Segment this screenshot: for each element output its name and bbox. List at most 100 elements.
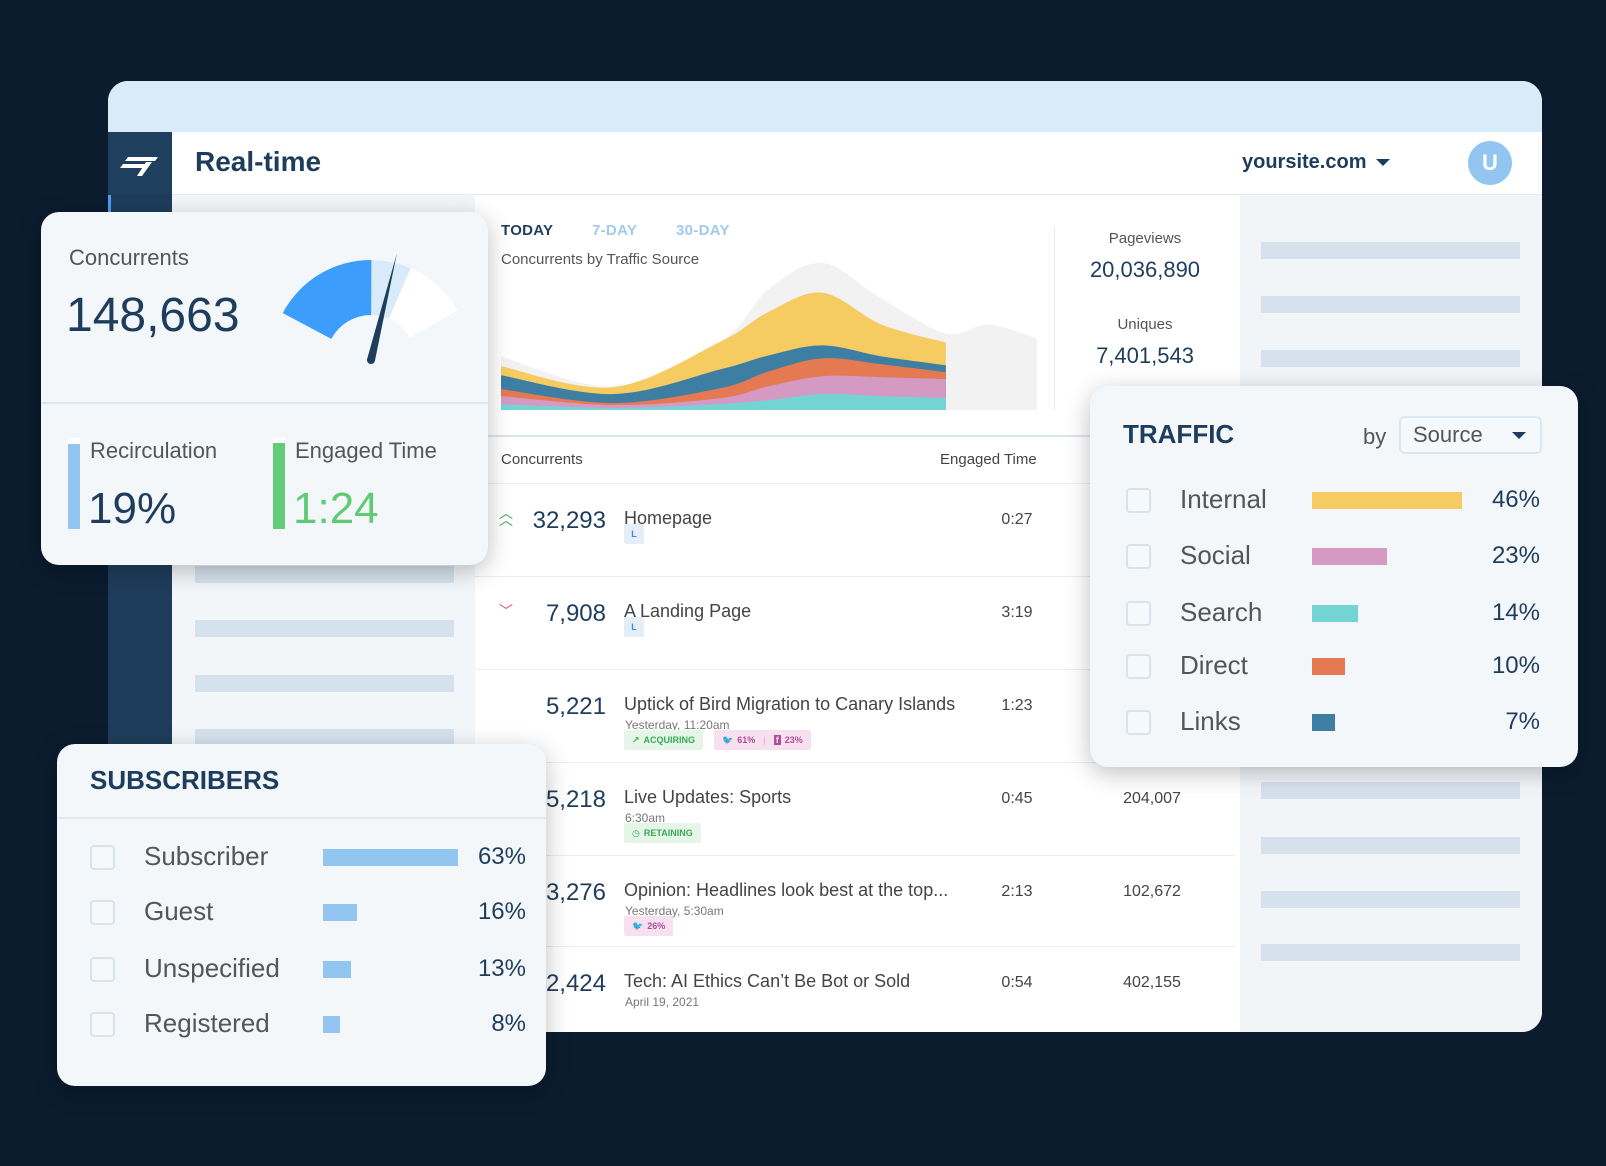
recirculation-label: Recirculation <box>90 438 218 463</box>
caret-down-icon <box>1376 159 1391 166</box>
tab-7-day[interactable]: 7-DAY <box>592 222 637 239</box>
traffic-bar <box>1312 548 1387 565</box>
subscriber-bar <box>323 961 351 978</box>
article-title[interactable]: Tech: AI Ethics Can’t Be Bot or Sold <box>624 971 910 992</box>
engaged-time-level-bar <box>273 438 285 529</box>
concurrents-value: 148,663 <box>66 289 240 342</box>
traffic-checkbox[interactable] <box>1126 544 1151 569</box>
placeholder-bar <box>195 566 454 583</box>
subscriber-checkbox[interactable] <box>90 900 115 925</box>
engaged-time: 0:27 <box>1001 511 1033 528</box>
placeholder-bar <box>195 675 454 692</box>
subscriber-bar <box>323 904 358 921</box>
status-icon: ↗ <box>632 734 640 745</box>
concurrents-count: 32,293 <box>532 507 606 534</box>
window-top-bar <box>108 81 1542 132</box>
article-title[interactable]: Live Updates: Sports <box>624 787 791 808</box>
pageviews-count: 402,155 <box>1123 974 1181 991</box>
table-row[interactable]: 2,424 Tech: AI Ethics Can’t Be Bot or Sol… <box>475 946 1235 1039</box>
article-title[interactable]: Uptick of Bird Migration to Canary Islan… <box>624 694 955 715</box>
status-tag: ↗ ACQUIRING <box>624 730 704 750</box>
site-name: yoursite.com <box>1242 151 1367 173</box>
tag-text: 61% <box>737 735 756 745</box>
divider <box>475 435 1095 437</box>
engaged-time: 0:54 <box>1001 974 1033 991</box>
subscriber-percent: 8% <box>491 1010 526 1037</box>
traffic-percent: 23% <box>1491 542 1540 569</box>
landing-page-tag: L <box>624 617 644 637</box>
site-selector[interactable]: yoursite.com <box>1242 151 1391 174</box>
social-share-tag: 🐦 61% | f 23% <box>714 730 811 750</box>
table-row[interactable]: 5,218 Live Updates: Sports 6:30am 0:45 204,0… <box>475 762 1235 855</box>
traffic-checkbox[interactable] <box>1126 601 1151 626</box>
avatar[interactable]: U <box>1468 141 1512 185</box>
placeholder-bar <box>1261 296 1520 313</box>
traffic-percent: 10% <box>1491 652 1540 679</box>
by-label: by <box>1363 424 1387 449</box>
app-header: Real-time yoursite.com U <box>108 132 1542 195</box>
placeholder-bar <box>1261 350 1520 367</box>
subscriber-label: Registered <box>144 1008 270 1038</box>
pageviews-count: 204,007 <box>1123 790 1181 807</box>
tag-text: 26% <box>647 921 666 931</box>
table-row[interactable]: 3,276 Opinion: Headlines look best at the… <box>475 855 1235 948</box>
traffic-card: TRAFFIC by Source Internal 46% Social 23… <box>1090 386 1578 767</box>
traffic-percent: 14% <box>1491 599 1540 626</box>
divider <box>57 817 546 819</box>
subscriber-checkbox[interactable] <box>90 1012 115 1037</box>
engaged-time: 3:19 <box>1001 604 1033 621</box>
engaged-time: 0:45 <box>1001 790 1033 807</box>
traffic-percent: 46% <box>1491 486 1540 513</box>
traffic-bar <box>1312 605 1358 622</box>
concurrents-count: 5,221 <box>545 693 606 720</box>
subscriber-checkbox[interactable] <box>90 845 115 870</box>
traffic-checkbox[interactable] <box>1126 488 1151 513</box>
traffic-bar <box>1312 658 1345 675</box>
subscriber-bar <box>323 1016 341 1033</box>
subscriber-label: Unspecified <box>144 953 280 983</box>
group-by-select[interactable]: Source <box>1399 416 1542 454</box>
traffic-bar <box>1312 714 1335 731</box>
tab-today[interactable]: TODAY <box>501 222 553 239</box>
traffic-checkbox[interactable] <box>1126 710 1151 735</box>
subscribers-card: SUBSCRIBERS Subscriber 63% Guest 16% Uns… <box>57 744 546 1086</box>
traffic-title: TRAFFIC <box>1123 419 1235 449</box>
tab-30-day[interactable]: 30-DAY <box>676 222 730 239</box>
traffic-label: Social <box>1180 540 1251 570</box>
subscriber-percent: 16% <box>477 898 526 925</box>
social-share-tag: 🐦 26% <box>624 916 674 936</box>
article-date: April 19, 2021 <box>625 995 700 1009</box>
traffic-percent: 7% <box>1505 708 1540 735</box>
traffic-label: Internal <box>1180 484 1267 514</box>
engaged-time-label: Engaged Time <box>295 438 437 463</box>
subscriber-label: Subscriber <box>144 841 269 871</box>
col-header-concurrents[interactable]: Concurrents <box>501 451 583 468</box>
caret-down-icon <box>1512 431 1526 439</box>
subscriber-checkbox[interactable] <box>90 957 115 982</box>
concurrents-count: 7,908 <box>545 600 606 627</box>
twitter-icon: 🐦 <box>632 920 644 931</box>
article-title[interactable]: Opinion: Headlines look best at the top.… <box>624 880 948 901</box>
tag-text: ACQUIRING <box>643 735 696 745</box>
placeholder-bar <box>1261 891 1520 908</box>
subscriber-percent: 63% <box>477 843 526 870</box>
pageviews-value: 20,036,890 <box>1089 257 1201 282</box>
uniques-label: Uniques <box>1117 316 1173 333</box>
gauge-fill <box>282 260 372 339</box>
subscribers-title: SUBSCRIBERS <box>90 765 280 795</box>
subscriber-percent: 13% <box>477 955 526 982</box>
logo-icon[interactable] <box>108 132 172 195</box>
uniques-value: 7,401,543 <box>1096 343 1194 368</box>
concurrents-gauge <box>282 253 458 364</box>
status-icon: ◷ <box>632 827 640 838</box>
traffic-label: Links <box>1180 706 1241 736</box>
divider <box>1054 226 1055 410</box>
traffic-checkbox[interactable] <box>1126 654 1151 679</box>
engaged-time: 2:13 <box>1001 883 1033 900</box>
subscriber-label: Guest <box>144 896 214 926</box>
col-header-engaged-time[interactable]: Engaged Time <box>940 451 1037 468</box>
placeholder-bar <box>195 620 454 637</box>
engaged-time: 1:23 <box>1001 697 1033 714</box>
facebook-icon: f <box>773 735 781 745</box>
tag-text: 23% <box>784 735 803 745</box>
